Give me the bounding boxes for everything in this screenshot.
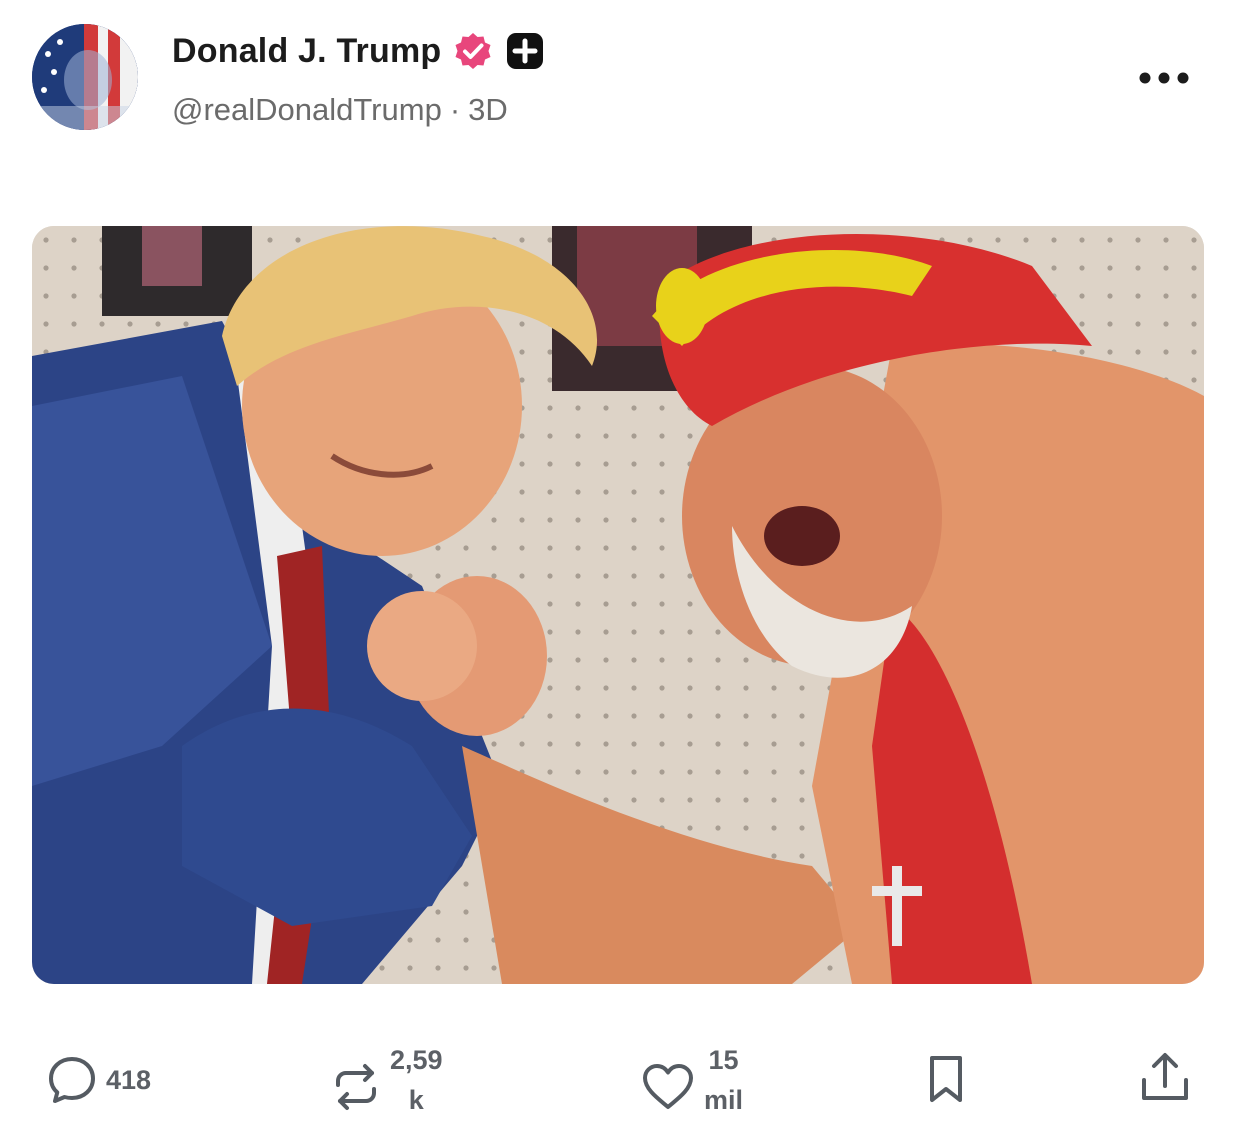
like-count-unit: mil <box>704 1085 744 1115</box>
author-display-name[interactable]: Donald J. Trump <box>172 32 441 71</box>
more-options-button[interactable] <box>1132 60 1196 96</box>
post-photo[interactable] <box>32 226 1204 984</box>
meta-separator: · <box>449 92 461 127</box>
repost-count-unit: k <box>408 1085 424 1115</box>
repost-icon <box>336 1064 376 1110</box>
bookmark-icon <box>930 1056 962 1102</box>
handle-line: @realDonaldTrump · 3D <box>172 92 508 128</box>
reply-count: 418 <box>106 1064 152 1095</box>
repost-count: 2,59 k <box>390 1040 443 1120</box>
avatar[interactable] <box>32 24 138 130</box>
reply-button[interactable]: 418 <box>46 1054 151 1106</box>
more-horizontal-icon <box>1139 72 1189 84</box>
like-count-number: 15 <box>708 1045 739 1075</box>
photo-arm-wrestling-illustration <box>32 226 1204 984</box>
verified-badge-icon <box>453 31 493 71</box>
share-button[interactable] <box>1138 1050 1192 1106</box>
post-age[interactable]: 3D <box>468 92 508 128</box>
plus-square-icon[interactable] <box>505 31 545 71</box>
author-handle[interactable]: @realDonaldTrump <box>172 92 442 128</box>
like-count: 15 mil <box>704 1040 743 1120</box>
like-button[interactable]: 15 mil <box>640 1040 743 1120</box>
avatar-image <box>32 24 138 130</box>
author-line: Donald J. Trump <box>172 28 545 74</box>
bookmark-button[interactable] <box>924 1052 968 1106</box>
heart-icon <box>643 1064 693 1109</box>
share-upload-icon <box>1142 1053 1188 1100</box>
repost-button[interactable]: 2,59 k <box>330 1040 443 1120</box>
comment-icon <box>49 1057 95 1103</box>
repost-count-number: 2,59 <box>390 1045 443 1075</box>
